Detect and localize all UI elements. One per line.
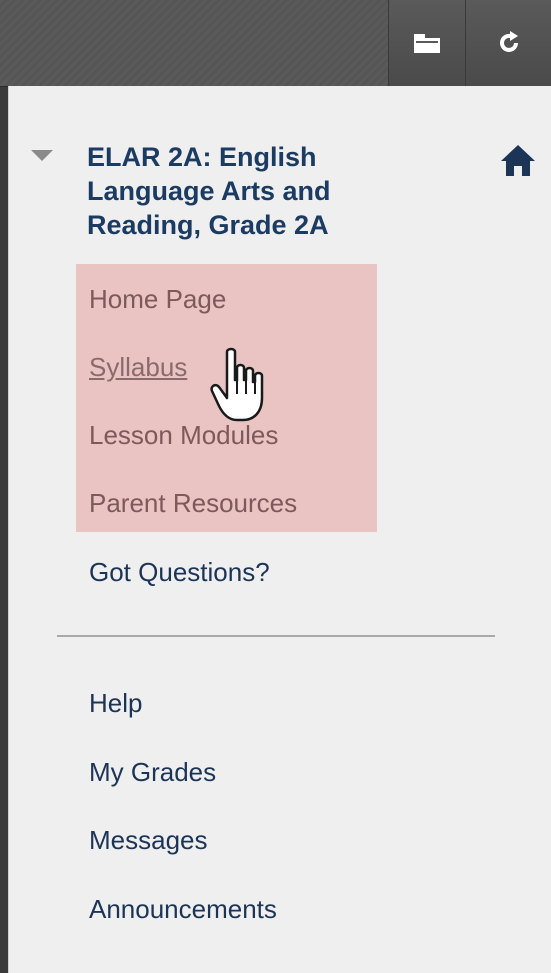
refresh-icon	[500, 31, 518, 52]
refresh-button[interactable]	[465, 0, 551, 86]
triangle-down-icon[interactable]	[31, 150, 53, 161]
menu-item-parent-resources[interactable]: Parent Resources	[89, 486, 297, 520]
menu-divider	[57, 635, 495, 637]
menu-item-home-page[interactable]: Home Page	[89, 282, 226, 316]
home-icon[interactable]	[499, 142, 537, 180]
course-menu-frame: ELAR 2A: English Language Arts and Readi…	[0, 0, 551, 973]
menu-item-got-questions[interactable]: Got Questions?	[89, 555, 270, 589]
menu-item-help[interactable]: Help	[89, 686, 142, 720]
menu-item-my-grades[interactable]: My Grades	[89, 755, 216, 789]
panel-toolbar	[0, 0, 551, 87]
menu-item-messages[interactable]: Messages	[89, 823, 208, 857]
menu-item-syllabus[interactable]: Syllabus	[89, 350, 187, 384]
folder-view-button[interactable]	[388, 0, 465, 86]
folder-icon	[414, 34, 440, 53]
course-menu-panel: ELAR 2A: English Language Arts and Readi…	[8, 86, 551, 973]
course-title[interactable]: ELAR 2A: English Language Arts and Readi…	[87, 140, 417, 242]
pointer-hand-icon	[210, 347, 264, 422]
menu-item-announcements[interactable]: Announcements	[89, 892, 277, 926]
